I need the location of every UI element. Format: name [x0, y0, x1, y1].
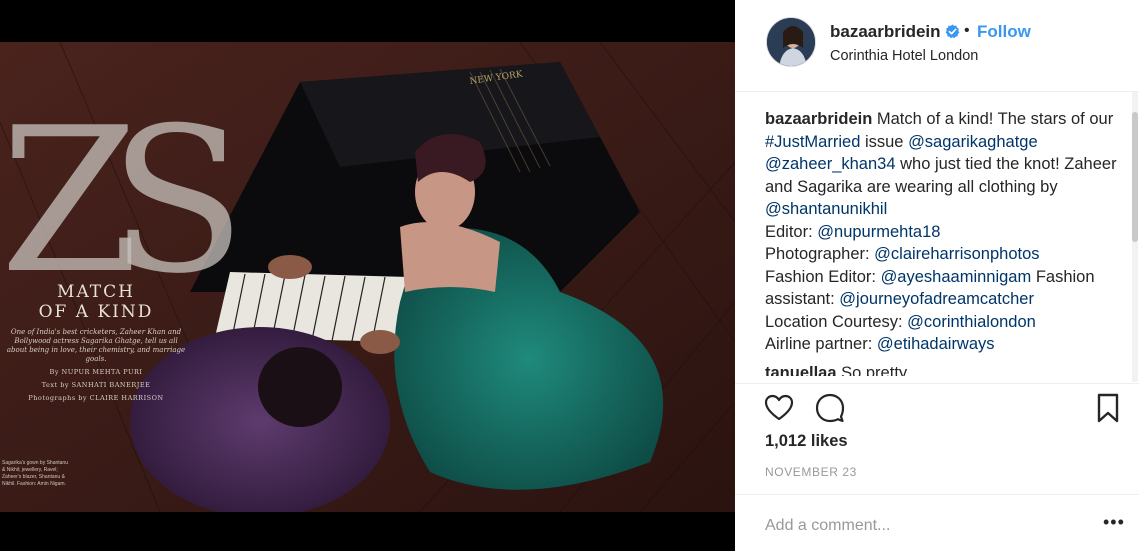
magazine-blurb: One of India's best cricketers, Zaheer K…: [6, 328, 186, 363]
caption-photographer-label: Photographer:: [765, 245, 875, 263]
mention-link-fashion-editor[interactable]: @ayeshaaminnigam: [881, 268, 1032, 286]
more-options-icon[interactable]: •••: [1103, 513, 1125, 531]
caption-airline-label: Airline partner:: [765, 335, 877, 353]
caption-username[interactable]: bazaarbridein: [765, 110, 872, 128]
comment-bubble-icon[interactable]: [814, 392, 846, 424]
heart-icon[interactable]: [763, 392, 795, 424]
follow-button[interactable]: Follow: [977, 22, 1031, 42]
magazine-photo-credit: Photographs by CLAIRE HARRISON: [28, 394, 164, 402]
post-sidebar: bazaarbridein • Follow Corinthia Hotel L…: [735, 0, 1139, 551]
post-caption: bazaarbridein Match of a kind! The stars…: [765, 108, 1125, 356]
magazine-monogram: ZS: [0, 85, 246, 318]
comment-text: So pretty: [836, 363, 908, 377]
magazine-heading-line1: MATCH: [57, 282, 135, 302]
mention-link-shantanu[interactable]: @shantanunikhil: [765, 200, 887, 218]
magazine-text-block: MATCH OF A KIND One of India's best cric…: [6, 282, 186, 403]
magazine-heading-line2: OF A KIND: [38, 302, 154, 322]
add-comment-section: •••: [735, 494, 1139, 551]
comments-scrollbar[interactable]: [1132, 92, 1138, 382]
hashtag-link[interactable]: #JustMarried: [765, 133, 860, 151]
comments-list: bazaarbridein Match of a kind! The stars…: [765, 108, 1125, 376]
mention-link-editor[interactable]: @nupurmehta18: [817, 223, 940, 241]
post-date[interactable]: NOVEMBER 23: [765, 465, 857, 479]
likes-count[interactable]: 1,012 likes: [765, 432, 848, 451]
comment-username[interactable]: tanuellaa: [765, 364, 837, 377]
post-username[interactable]: bazaarbridein: [830, 22, 941, 42]
mention-link-sagarika[interactable]: @sagarikaghatge: [908, 133, 1038, 151]
mention-link-photographer[interactable]: @claireharrisonphotos: [874, 245, 1039, 263]
avatar[interactable]: [766, 17, 816, 67]
mention-link-location[interactable]: @corinthialondon: [907, 313, 1036, 331]
scrollbar-thumb[interactable]: [1132, 112, 1138, 242]
caption-fashion-editor-label: Fashion Editor:: [765, 267, 881, 286]
action-bar: [735, 383, 1139, 431]
post-photo[interactable]: NEW YORK ZS MATCH OF A KIND One of India…: [0, 42, 735, 512]
mention-link-fashion-assistant[interactable]: @journeyofadreamcatcher: [839, 290, 1034, 308]
verified-badge-icon: [945, 24, 960, 39]
caption-editor-label: Editor:: [765, 222, 818, 241]
post-location[interactable]: Corinthia Hotel London: [830, 48, 978, 64]
list-item: tanuellaa So pretty: [765, 362, 1125, 377]
mention-link-zaheer[interactable]: @zaheer_khan34: [765, 155, 896, 173]
post-header: bazaarbridein • Follow Corinthia Hotel L…: [735, 0, 1139, 92]
caption-text: issue: [860, 132, 909, 151]
mention-link-airline[interactable]: @etihadairways: [877, 335, 995, 353]
avatar-image: [767, 18, 815, 66]
bookmark-icon[interactable]: [1092, 392, 1124, 424]
caption-text: Match of a kind! The stars of our: [872, 110, 1114, 128]
post-media[interactable]: NEW YORK ZS MATCH OF A KIND One of India…: [0, 0, 735, 551]
comment-input[interactable]: [765, 515, 1085, 537]
magazine-corner-credit: Sagarika's gown by Shantanu & Nikhil; je…: [2, 460, 68, 487]
caption-location-label: Location Courtesy:: [765, 312, 908, 331]
header-separator: •: [964, 22, 970, 39]
magazine-byline: By NUPUR MEHTA PURI: [49, 368, 143, 376]
magazine-text-credit: Text by SANHATI BANERJEE: [41, 381, 151, 389]
